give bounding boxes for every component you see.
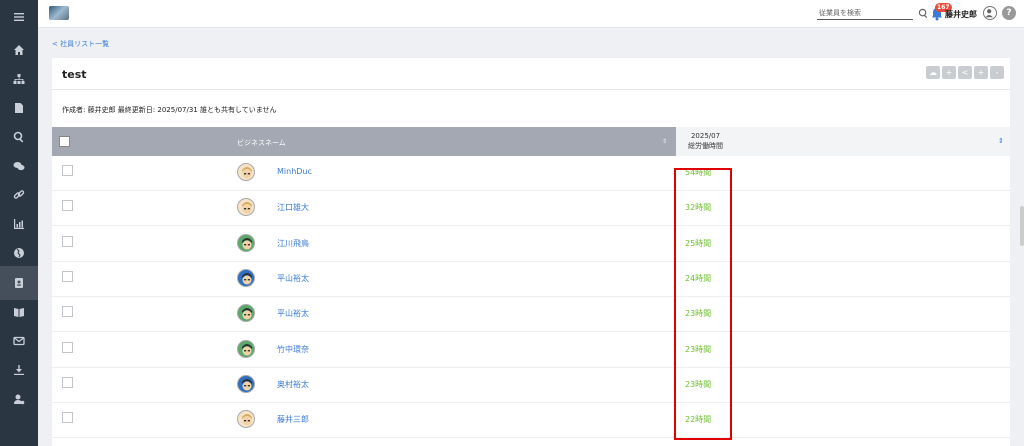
header-hours: 2025/07 総労働時間 ⇕	[676, 127, 1010, 156]
cloud-icon[interactable]: ☁	[926, 66, 940, 79]
table-row[interactable]: 江川飛鳥 25時間	[52, 227, 1010, 262]
employee-avatar[interactable]	[237, 304, 255, 323]
highlight-box	[674, 168, 732, 440]
table-header: ビジネスネーム ⇕ 2025/07 総労働時間 ⇕	[52, 127, 1010, 156]
employee-avatar[interactable]	[237, 198, 255, 217]
user-name[interactable]: 藤井史郎	[945, 9, 977, 20]
breadcrumb[interactable]: < 社員リスト一覧	[52, 39, 109, 49]
employee-name-link[interactable]: 平山裕太	[277, 273, 309, 284]
month-header[interactable]: 2025/07 総労働時間	[688, 131, 723, 151]
employee-avatar[interactable]	[237, 163, 255, 181]
list-card: test ☁ + < + - 作成者: 藤井史郎 最終更新日: 2025/07/…	[52, 58, 1010, 446]
row-checkbox[interactable]	[62, 376, 73, 388]
employee-avatar[interactable]	[237, 410, 255, 429]
table-row[interactable]: 奥村裕太 23時間	[52, 368, 1010, 403]
share-icon[interactable]: <	[958, 66, 972, 79]
list-meta: 作成者: 藤井史郎 最終更新日: 2025/07/31 誰とも共有していません	[62, 106, 277, 114]
row-checkbox[interactable]	[62, 341, 73, 353]
globe-icon[interactable]	[0, 236, 38, 270]
employee-name-link[interactable]: MinhDuc	[277, 167, 312, 176]
remove-user-icon[interactable]: -	[990, 66, 1004, 79]
row-checkbox[interactable]	[62, 306, 73, 318]
table-row[interactable]: 竹中環奈 23時間	[52, 333, 1010, 368]
scrollbar[interactable]	[1020, 206, 1024, 246]
employee-avatar[interactable]	[237, 374, 255, 393]
employee-avatar[interactable]	[237, 268, 255, 287]
row-checkbox[interactable]	[62, 165, 73, 176]
menu-icon[interactable]	[0, 0, 38, 34]
sidebar	[0, 0, 38, 446]
toolbar: ☁ + < + -	[926, 66, 1004, 79]
total-hours-label: 総労働時間	[688, 142, 723, 150]
search-icon[interactable]	[918, 8, 929, 19]
table-row[interactable]: MinhDuc 54時間	[52, 156, 1010, 191]
add-user-icon[interactable]: +	[974, 66, 988, 79]
employee-name-link[interactable]: 江川飛鳥	[277, 238, 309, 249]
employee-avatar[interactable]	[237, 339, 255, 358]
user-avatar-icon[interactable]	[983, 6, 997, 20]
employee-name-link[interactable]: 奥村裕太	[277, 379, 309, 390]
row-checkbox[interactable]	[62, 270, 73, 282]
employee-name-link[interactable]: 平山裕太	[277, 308, 309, 319]
help-icon[interactable]: ?	[1002, 6, 1016, 20]
divider	[52, 89, 1010, 90]
sort-icon[interactable]: ⇕	[662, 138, 667, 145]
search-input[interactable]: 従業員を検索	[817, 8, 913, 20]
business-name-header[interactable]: ビジネスネーム	[237, 138, 286, 148]
company-logo[interactable]	[49, 6, 69, 20]
table-row[interactable]: 平山裕太 23時間	[52, 297, 1010, 333]
sort-icon[interactable]: ⇕	[998, 137, 1004, 145]
add-icon[interactable]: +	[942, 66, 956, 79]
employee-name-link[interactable]: 江口雄大	[277, 202, 309, 213]
row-checkbox[interactable]	[62, 412, 73, 424]
employee-name-link[interactable]: 藤井三郎	[277, 414, 309, 425]
page-title: test	[62, 68, 87, 81]
top-bar: 従業員を検索 167 藤井史郎 ?	[38, 0, 1024, 28]
row-checkbox[interactable]	[62, 200, 73, 212]
employee-avatar[interactable]	[237, 233, 255, 252]
select-all-checkbox[interactable]	[59, 136, 70, 147]
table-row[interactable]: 江口雄大 32時間	[52, 191, 1010, 227]
table-row[interactable]: 藤井三郎 22時間	[52, 403, 1010, 439]
employee-name-link[interactable]: 竹中環奈	[277, 344, 309, 355]
month-label: 2025/07	[690, 132, 721, 140]
user-settings-icon[interactable]	[0, 382, 38, 416]
table-row[interactable]: 平山裕太 24時間	[52, 262, 1010, 297]
row-checkbox[interactable]	[62, 235, 73, 247]
header-main: ビジネスネーム ⇕	[52, 127, 676, 156]
